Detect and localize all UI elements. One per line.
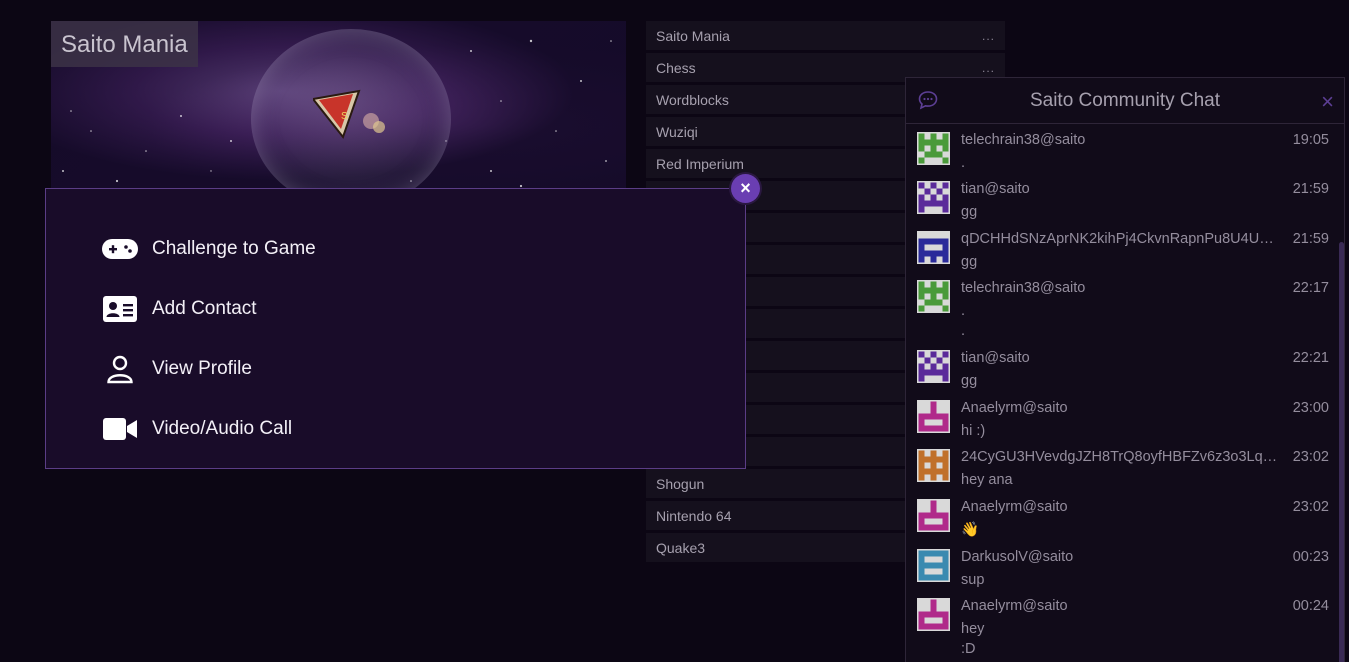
close-menu-button[interactable]: × [731, 174, 760, 203]
view-profile-option[interactable]: View Profile [46, 339, 745, 399]
chat-message-timestamp: 00:24 [1292, 598, 1329, 614]
game-list-item-label: Wuziqi [656, 123, 698, 140]
chat-bubble-icon[interactable] [918, 90, 938, 115]
game-options-button[interactable]: ... [982, 61, 995, 75]
game-list-item-label: Nintendo 64 [656, 507, 732, 524]
chat-message-timestamp: 21:59 [1292, 231, 1329, 247]
game-list-item-label: Wordblocks [656, 91, 729, 108]
chat-message-timestamp: 22:21 [1292, 350, 1329, 366]
rocket-ship-graphic: S [313, 89, 385, 140]
chat-message-text: sup [961, 572, 985, 588]
chat-message-timestamp: 00:23 [1292, 549, 1329, 565]
chat-message-timestamp: 23:00 [1292, 400, 1329, 416]
community-chat-panel: Saito Community Chat × telechrain38@sait… [905, 77, 1345, 662]
svg-text:S: S [341, 111, 348, 122]
chat-message-timestamp: 23:02 [1292, 499, 1329, 515]
video-audio-call-label: Video/Audio Call [152, 418, 293, 439]
chat-message-username[interactable]: telechrain38@saito [961, 280, 1279, 296]
chat-message-username[interactable]: Anaelyrm@saito [961, 598, 1279, 614]
avatar[interactable] [917, 400, 950, 433]
chat-message-timestamp: 23:02 [1292, 449, 1329, 465]
video-audio-call-option[interactable]: Video/Audio Call [46, 399, 745, 459]
contact-card-icon [100, 295, 140, 323]
user-icon [100, 355, 140, 384]
chat-scrollbar[interactable] [1339, 242, 1344, 662]
arcade-page: S Saito Mania Saito Mania... Chess... Word… [0, 0, 1349, 662]
chat-message-username[interactable]: qDCHHdSNzAprNK2kihPj4CkvnRapnPu8U4UWKZqH… [961, 231, 1279, 247]
chat-message-text: . . [961, 303, 966, 339]
chat-message-timestamp: 19:05 [1292, 132, 1329, 148]
gamepad-icon [100, 235, 140, 263]
avatar[interactable] [917, 132, 950, 165]
challenge-to-game-option[interactable]: Challenge to Game [46, 219, 745, 279]
chat-message-username[interactable]: tian@saito [961, 181, 1279, 197]
chat-message-username[interactable]: telechrain38@saito [961, 132, 1279, 148]
chat-title: Saito Community Chat [1029, 89, 1221, 111]
chat-messages[interactable]: telechrain38@saito 19:05. tian@saito 21:59 g… [906, 124, 1344, 662]
avatar[interactable] [917, 449, 950, 482]
avatar[interactable] [917, 499, 950, 532]
chat-header: Saito Community Chat × [906, 78, 1344, 124]
chat-message-text: gg [961, 204, 978, 220]
chat-message-timestamp: 22:17 [1292, 280, 1329, 296]
avatar[interactable] [917, 231, 950, 264]
view-profile-label: View Profile [152, 358, 252, 379]
game-list-item-label: Saito Mania [656, 27, 730, 44]
game-list-item-label: Chess [656, 59, 696, 76]
chat-message-timestamp: 21:59 [1292, 181, 1329, 197]
add-contact-option[interactable]: Add Contact [46, 279, 745, 339]
game-list-item-label: Quake3 [656, 539, 706, 556]
add-contact-label: Add Contact [152, 298, 257, 319]
chat-message-username[interactable]: tian@saito [961, 350, 1279, 366]
chat-message-text: gg [961, 254, 978, 270]
chat-message-text: 👋 [961, 522, 980, 538]
featured-game-title: Saito Mania [51, 21, 198, 67]
chat-message-text: hey :D [961, 621, 985, 657]
chat-close-icon[interactable]: × [1321, 89, 1334, 115]
game-list-item-label: Red Imperium [656, 155, 744, 172]
featured-game-banner[interactable]: S Saito Mania [51, 21, 626, 196]
chat-message-username[interactable]: Anaelyrm@saito [961, 499, 1279, 515]
avatar[interactable] [917, 280, 950, 313]
user-context-menu: Challenge to Game Add Contact View Profi… [45, 188, 746, 469]
avatar[interactable] [917, 598, 950, 631]
chat-message-text: gg [961, 373, 978, 389]
chat-message-text: hi :) [961, 423, 986, 439]
avatar[interactable] [917, 181, 950, 214]
video-camera-icon [100, 415, 140, 443]
game-list-item[interactable]: Saito Mania... [646, 21, 1005, 50]
chat-message-username[interactable]: DarkusolV@saito [961, 549, 1279, 565]
game-options-button[interactable]: ... [982, 29, 995, 43]
chat-message-text: hey ana [961, 472, 1013, 488]
challenge-to-game-label: Challenge to Game [152, 238, 316, 259]
chat-message-username[interactable]: Anaelyrm@saito [961, 400, 1279, 416]
game-list-item-label: Shogun [656, 475, 705, 492]
avatar[interactable] [917, 350, 950, 383]
chat-message-text: . [961, 155, 966, 171]
chat-message-username[interactable]: 24CyGU3HVevdgJZH8TrQ8oyfHBFZv6z3o3Lqm1@s… [961, 449, 1279, 465]
avatar[interactable] [917, 549, 950, 582]
